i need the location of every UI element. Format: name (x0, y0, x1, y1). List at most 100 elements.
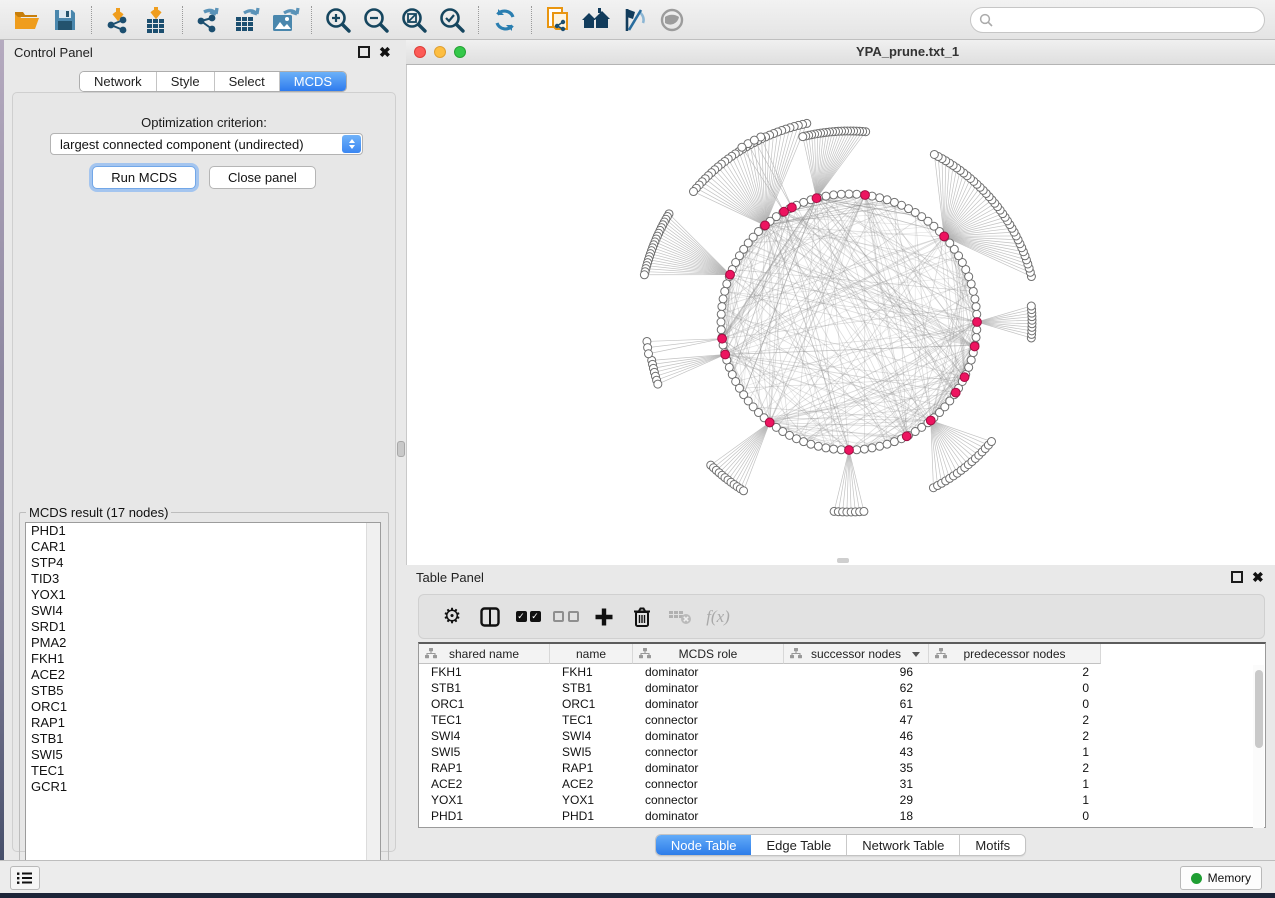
tab-node-table[interactable]: Node Table (656, 835, 752, 855)
close-window-icon[interactable] (414, 46, 426, 58)
table-settings-button[interactable]: ⚙ (433, 599, 471, 635)
network-node[interactable] (967, 280, 975, 288)
mcds-hub-node[interactable] (951, 388, 960, 397)
tab-network-table[interactable]: Network Table (847, 835, 960, 855)
tab-motifs[interactable]: Motifs (960, 835, 1025, 855)
import-network-button[interactable] (99, 3, 137, 37)
search-field[interactable] (970, 7, 1265, 33)
network-node[interactable] (830, 445, 838, 453)
mcds-result-node[interactable]: RAP1 (26, 715, 380, 731)
float-table-panel-icon[interactable] (1231, 571, 1243, 583)
network-leaf-node[interactable] (987, 438, 995, 446)
delete-column-button[interactable] (623, 599, 661, 635)
mcds-result-node[interactable]: FKH1 (26, 651, 380, 667)
network-node[interactable] (876, 194, 884, 202)
table-row[interactable]: ORC1ORC1dominator610 (419, 696, 1265, 712)
tab-network[interactable]: Network (80, 72, 157, 91)
network-node[interactable] (868, 444, 876, 452)
table-row[interactable]: SWI4SWI4dominator462 (419, 728, 1265, 744)
network-leaf-node[interactable] (930, 150, 938, 158)
mcds-hub-node[interactable] (940, 232, 949, 241)
mcds-result-node[interactable]: ORC1 (26, 699, 380, 715)
mcds-hub-node[interactable] (812, 194, 821, 203)
zoom-out-button[interactable] (357, 3, 395, 37)
mcds-hub-node[interactable] (765, 418, 774, 427)
close-table-panel-icon[interactable]: ✖ (1252, 571, 1265, 584)
network-node[interactable] (853, 190, 861, 198)
zoom-selected-button[interactable] (433, 3, 471, 37)
tab-style[interactable]: Style (157, 72, 215, 91)
table-row[interactable]: RAP1RAP1dominator352 (419, 760, 1265, 776)
network-window-titlebar[interactable]: YPA_prune.txt_1 (406, 40, 1275, 65)
network-node[interactable] (969, 287, 977, 295)
network-node[interactable] (860, 445, 868, 453)
network-leaf-node[interactable] (750, 136, 758, 144)
network-node[interactable] (973, 326, 981, 334)
mcds-result-node[interactable]: SWI5 (26, 747, 380, 763)
table-row[interactable]: FKH1FKH1dominator962 (419, 664, 1265, 680)
hide-graphics-button[interactable] (615, 3, 653, 37)
network-leaf-node[interactable] (860, 507, 868, 515)
clone-network-button[interactable] (539, 3, 577, 37)
mcds-hub-node[interactable] (960, 373, 969, 382)
float-panel-icon[interactable] (358, 46, 370, 58)
maximize-window-icon[interactable] (454, 46, 466, 58)
network-node[interactable] (971, 295, 979, 303)
cyndex-button[interactable] (577, 3, 615, 37)
mcds-hub-node[interactable] (787, 203, 796, 212)
show-hide-button[interactable] (653, 3, 691, 37)
mcds-hub-node[interactable] (902, 432, 911, 441)
mcds-list-scrollbar[interactable] (366, 523, 380, 873)
tab-select[interactable]: Select (215, 72, 280, 91)
network-node[interactable] (967, 356, 975, 364)
export-network-button[interactable] (190, 3, 228, 37)
mcds-result-node[interactable]: PHD1 (26, 523, 380, 539)
table-row[interactable]: YOX1YOX1connector291 (419, 792, 1265, 808)
network-leaf-node[interactable] (644, 350, 652, 358)
network-node[interactable] (822, 192, 830, 200)
network-node[interactable] (876, 442, 884, 450)
network-node[interactable] (965, 363, 973, 371)
mcds-hub-node[interactable] (973, 318, 982, 327)
mcds-hub-node[interactable] (761, 221, 770, 230)
table-row[interactable]: STB1STB1dominator620 (419, 680, 1265, 696)
memory-button[interactable]: Memory (1180, 866, 1262, 890)
export-image-button[interactable] (266, 3, 304, 37)
mcds-hub-node[interactable] (721, 350, 730, 359)
node-table[interactable]: shared namenameMCDS rolesuccessor nodesp… (418, 642, 1266, 828)
mcds-result-node[interactable]: CAR1 (26, 539, 380, 555)
mcds-result-node[interactable]: SWI4 (26, 603, 380, 619)
mcds-result-node[interactable]: TEC1 (26, 763, 380, 779)
network-leaf-node[interactable] (654, 380, 662, 388)
mcds-result-node[interactable]: STB5 (26, 683, 380, 699)
run-mcds-button[interactable]: Run MCDS (92, 166, 196, 189)
mcds-hub-node[interactable] (926, 416, 935, 425)
network-node[interactable] (837, 446, 845, 454)
column-header-MCDS-role[interactable]: MCDS role (633, 644, 784, 664)
network-node[interactable] (972, 333, 980, 341)
mcds-result-node[interactable]: YOX1 (26, 587, 380, 603)
network-node[interactable] (972, 303, 980, 311)
zoom-in-button[interactable] (319, 3, 357, 37)
network-leaf-node[interactable] (738, 143, 746, 151)
close-panel-button[interactable]: Close panel (209, 166, 316, 189)
export-table-button[interactable] (228, 3, 266, 37)
mcds-hub-node[interactable] (970, 342, 979, 351)
network-node[interactable] (800, 438, 808, 446)
network-node[interactable] (718, 303, 726, 311)
network-graph[interactable] (407, 65, 1275, 565)
tab-edge-table[interactable]: Edge Table (751, 835, 847, 855)
close-panel-icon[interactable]: ✖ (379, 46, 392, 59)
save-session-button[interactable] (46, 3, 84, 37)
network-node[interactable] (822, 444, 830, 452)
network-node[interactable] (890, 198, 898, 206)
network-node[interactable] (830, 191, 838, 199)
table-row[interactable]: SWI5SWI5connector431 (419, 744, 1265, 760)
mcds-result-node[interactable]: STB1 (26, 731, 380, 747)
network-node[interactable] (845, 190, 853, 198)
column-header-shared-name[interactable]: shared name (419, 644, 550, 664)
network-leaf-node[interactable] (799, 133, 807, 141)
column-header-predecessor-nodes[interactable]: predecessor nodes (929, 644, 1101, 664)
mcds-result-node[interactable]: STP4 (26, 555, 380, 571)
mcds-hub-node[interactable] (726, 270, 735, 279)
